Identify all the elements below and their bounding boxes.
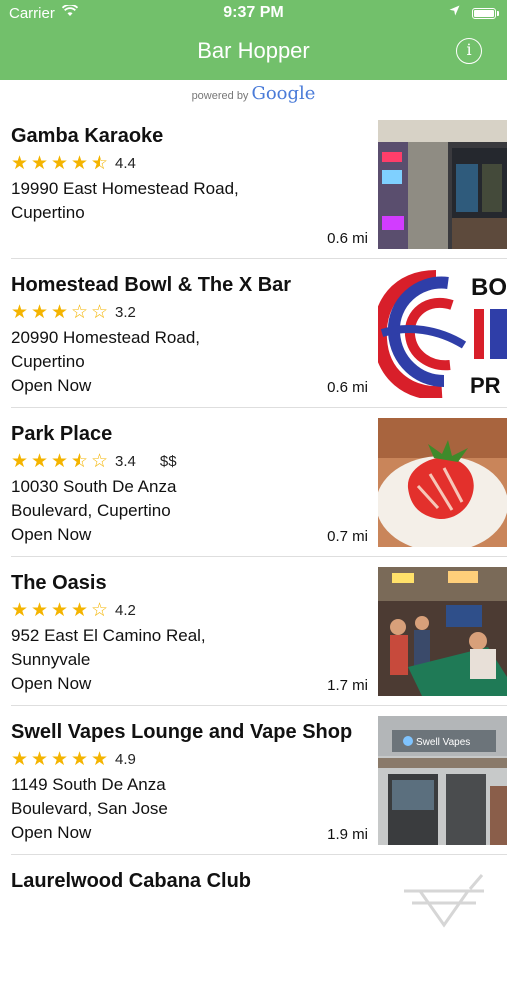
bar-address: 952 East El Camino Real, Sunnyvale: [11, 626, 206, 669]
bar-name: The Oasis: [11, 572, 107, 594]
bar-distance: 0.6 mi: [327, 230, 368, 247]
star-full-icon: ★: [51, 152, 69, 174]
stars: ★ ★ ★ ★ ☆ ★: [11, 152, 111, 175]
bar-address: 20990 Homestead Road, Cupertino: [11, 328, 201, 371]
open-status: Open Now: [11, 525, 92, 544]
bar-name: Gamba Karaoke: [11, 125, 164, 147]
bar-photo: Swell Vapes: [378, 716, 507, 845]
star-half-icon: ☆ ★: [71, 450, 89, 472]
star-full-icon: ★: [51, 450, 69, 472]
svg-text:PR: PR: [470, 373, 501, 398]
star-rating: ★ ★ ★ ☆ ☆ 3.2: [11, 301, 136, 323]
bar-address: 10030 South De Anza Boulevard, Cupertino: [11, 477, 177, 520]
rating-value: 4.2: [115, 601, 136, 619]
star-full-icon: ★: [11, 748, 29, 770]
star-full-icon: ★: [31, 599, 49, 621]
star-empty-icon: ☆: [71, 301, 89, 323]
bar-name: Homestead Bowl & The X Bar: [11, 274, 292, 296]
app-title: Bar Hopper: [197, 38, 310, 63]
star-full-icon: ★: [11, 450, 29, 472]
star-full-icon: ★: [11, 301, 29, 323]
bar-name: Swell Vapes Lounge and Vape Shop: [11, 721, 353, 743]
star-rating: ★ ★ ★ ☆ ★ ☆ 3.4 $$: [11, 450, 177, 472]
star-rating: ★ ★ ★ ★ ☆ ★ 4.4: [11, 152, 136, 174]
open-status: Open Now: [11, 823, 92, 842]
star-rating: ★ ★ ★ ★ ★ 4.9: [11, 748, 136, 770]
svg-text:BO: BO: [471, 274, 507, 301]
list-item[interactable]: Gamba Karaoke ★ ★ ★ ★ ☆ ★ 4.4 19990 East Home…: [0, 110, 507, 259]
star-full-icon: ★: [51, 301, 69, 323]
star-full-icon: ★: [11, 152, 29, 174]
list-item[interactable]: The Oasis ★ ★ ★ ★ ☆ 4.2 952 East El Camino R…: [0, 557, 507, 706]
star-full-icon: ★: [51, 748, 69, 770]
bar-photo: [378, 418, 507, 547]
google-logo: Google: [251, 83, 316, 104]
star-full-icon: ★: [71, 152, 89, 174]
stars: ★ ★ ★ ★ ★: [11, 748, 111, 771]
rating-value: 4.9: [115, 750, 136, 768]
bar-placeholder-icon: [378, 865, 507, 994]
rating-value: 3.2: [115, 303, 136, 321]
stars: ★ ★ ★ ☆ ★ ☆: [11, 450, 111, 473]
star-empty-icon: ☆: [91, 599, 109, 621]
open-status: Open Now: [11, 674, 92, 693]
bar-distance: 1.7 mi: [327, 677, 368, 694]
bar-photo: BO PR: [378, 269, 507, 398]
bar-address: 19990 East Homestead Road, Cupertino: [11, 179, 239, 222]
open-status: Open Now: [11, 376, 92, 395]
star-empty-icon: ☆: [91, 450, 109, 472]
status-time: 9:37 PM: [223, 4, 284, 21]
star-empty-icon: ☆: [91, 301, 109, 323]
bar-photo: [378, 120, 507, 249]
star-full-icon: ★: [31, 152, 49, 174]
stars: ★ ★ ★ ★ ☆: [11, 599, 111, 622]
bar-name: Park Place: [11, 423, 113, 445]
list-item[interactable]: Laurelwood Cabana Club: [0, 855, 507, 1004]
powered-by-google: powered by Google: [0, 83, 507, 104]
status-bar: Carrier 9:37 PM: [0, 0, 507, 28]
star-full-icon: ★: [71, 748, 89, 770]
bar-name: Laurelwood Cabana Club: [11, 870, 252, 892]
svg-text:Swell Vapes: Swell Vapes: [416, 737, 470, 748]
powered-by-label: powered by: [191, 90, 249, 102]
list-item[interactable]: Swell Vapes Lounge and Vape Shop ★ ★ ★ ★ ★ 4…: [0, 706, 507, 855]
stars: ★ ★ ★ ☆ ☆: [11, 301, 111, 324]
star-full-icon: ★: [31, 450, 49, 472]
bar-distance: 1.9 mi: [327, 826, 368, 843]
bar-photo: [378, 567, 507, 696]
battery-tip: [497, 11, 499, 16]
star-half-icon: ☆ ★: [91, 152, 109, 174]
rating-value: 3.4: [115, 452, 136, 470]
battery-icon: [472, 8, 496, 19]
star-full-icon: ★: [11, 599, 29, 621]
star-full-icon: ★: [71, 599, 89, 621]
star-rating: ★ ★ ★ ★ ☆ 4.2: [11, 599, 136, 621]
bar-address: 1149 South De Anza Boulevard, San Jose: [11, 775, 168, 818]
rating-value: 4.4: [115, 154, 136, 172]
star-full-icon: ★: [51, 599, 69, 621]
bar-distance: 0.6 mi: [327, 379, 368, 396]
list-item[interactable]: Homestead Bowl & The X Bar ★ ★ ★ ☆ ☆ 3.2 209…: [0, 259, 507, 408]
location-arrow-icon: [449, 4, 460, 19]
info-icon[interactable]: i: [456, 38, 482, 64]
star-full-icon: ★: [31, 748, 49, 770]
bar-list: Gamba Karaoke ★ ★ ★ ★ ☆ ★ 4.4 19990 East Home…: [0, 110, 507, 1004]
price-level: $$: [159, 452, 177, 470]
list-item[interactable]: Park Place ★ ★ ★ ☆ ★ ☆ 3.4 $$ 10030 South De …: [0, 408, 507, 557]
bar-distance: 0.7 mi: [327, 528, 368, 545]
star-full-icon: ★: [31, 301, 49, 323]
star-full-icon: ★: [91, 748, 109, 770]
